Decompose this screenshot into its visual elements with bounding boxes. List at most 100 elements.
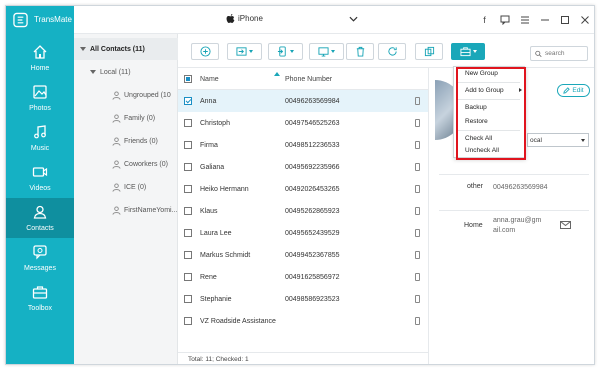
contact-phone: 00499452367855 <box>285 252 340 259</box>
contact-phone: 00495652439529 <box>285 230 340 237</box>
maximize-icon[interactable] <box>559 14 570 25</box>
toolbox-icon <box>32 286 48 299</box>
table-row[interactable]: Firma 00498512236533 <box>178 134 428 156</box>
delete-button[interactable] <box>346 43 374 60</box>
facebook-icon[interactable]: f <box>479 14 490 25</box>
export-button[interactable] <box>268 43 303 60</box>
table-row[interactable]: Galiana 00495692235966 <box>178 156 428 178</box>
person-icon <box>112 136 121 146</box>
menu-add-to-group[interactable]: Add to Group <box>454 84 524 98</box>
group-coworkers[interactable]: Coworkers (0) <box>74 153 178 175</box>
row-checkbox[interactable] <box>184 97 192 105</box>
search-icon <box>535 50 542 57</box>
table-row[interactable]: Laura Lee 00495652439529 <box>178 222 428 244</box>
menu-new-group[interactable]: New Group <box>454 67 524 81</box>
group-label: ICE <box>124 183 136 191</box>
nav-label: Music <box>30 145 50 152</box>
contact-name: VZ Roadside Assistance <box>200 318 276 325</box>
group-count: (0) <box>159 160 168 168</box>
row-checkbox[interactable] <box>184 273 192 281</box>
table-row[interactable]: VZ Roadside Assistance <box>178 310 428 332</box>
group-ungrouped[interactable]: Ungrouped (10 <box>74 84 178 106</box>
contact-phone: 00495692235966 <box>285 164 340 171</box>
menu-divider <box>458 130 520 131</box>
duplicate-button[interactable] <box>415 43 443 60</box>
home-icon <box>33 45 47 59</box>
group-count: (11) <box>118 68 131 76</box>
feedback-icon[interactable] <box>499 14 510 25</box>
menu-divider <box>458 99 520 100</box>
group-count: (0) <box>149 137 158 145</box>
table-row[interactable]: Stephanie 00498586923523 <box>178 288 428 310</box>
group-all-contacts[interactable]: All Contacts (11) <box>74 38 178 60</box>
row-checkbox[interactable] <box>184 295 192 303</box>
refresh-button[interactable] <box>378 43 406 60</box>
group-family[interactable]: Family (0) <box>74 107 178 129</box>
nav-contacts[interactable]: Contacts <box>6 198 74 238</box>
table-row[interactable]: Klaus 00495262865923 <box>178 200 428 222</box>
menu-uncheck-all[interactable]: Uncheck All <box>454 144 524 158</box>
contact-phone: 00491625856972 <box>285 274 340 281</box>
row-checkbox[interactable] <box>184 317 192 325</box>
chevron-down-icon <box>581 139 585 142</box>
nav-videos[interactable]: Videos <box>6 158 74 198</box>
row-checkbox[interactable] <box>184 119 192 127</box>
search-box[interactable] <box>530 46 588 61</box>
nav-label: Videos <box>29 185 51 192</box>
menu-backup[interactable]: Backup <box>454 101 524 115</box>
add-contact-button[interactable] <box>191 43 219 60</box>
row-checkbox[interactable] <box>184 207 192 215</box>
group-ice[interactable]: ICE (0) <box>74 176 178 198</box>
expand-triangle-icon[interactable] <box>90 70 96 74</box>
edit-button[interactable]: Edit <box>557 84 590 97</box>
email-line-1: anna.grau@gm <box>493 217 542 224</box>
table-row[interactable]: Markus Schmidt 00499452367855 <box>178 244 428 266</box>
search-input[interactable] <box>545 50 587 57</box>
column-name[interactable]: Name <box>200 76 219 83</box>
nav-home[interactable]: Home <box>6 38 74 78</box>
chevron-down-icon[interactable] <box>349 16 358 22</box>
app-name: TransMate <box>34 15 72 24</box>
email-line-2: ail.com <box>493 227 516 234</box>
contact-name: Anna <box>200 98 217 105</box>
select-all-checkbox[interactable] <box>184 75 192 83</box>
phone-device-icon <box>415 295 420 303</box>
contact-phone: 00492026453265 <box>285 186 340 193</box>
row-checkbox[interactable] <box>184 163 192 171</box>
nav-label: Toolbox <box>27 305 53 312</box>
group-toolbox-button[interactable] <box>451 43 485 60</box>
row-checkbox[interactable] <box>184 185 192 193</box>
nav-photos[interactable]: Photos <box>6 78 74 118</box>
column-phone[interactable]: Phone Number <box>285 76 332 83</box>
row-checkbox[interactable] <box>184 141 192 149</box>
close-icon[interactable] <box>579 14 590 25</box>
nav-toolbox[interactable]: Toolbox <box>6 278 74 318</box>
phone-type-label: other <box>467 183 483 190</box>
expand-triangle-icon[interactable] <box>80 47 86 51</box>
table-row[interactable]: Heiko Hermann 00492026453265 <box>178 178 428 200</box>
nav-music[interactable]: Music <box>6 118 74 158</box>
device-name[interactable]: iPhone <box>238 14 263 23</box>
menu-icon[interactable] <box>519 14 530 25</box>
nav-messages[interactable]: Messages <box>6 238 74 278</box>
row-checkbox[interactable] <box>184 251 192 259</box>
row-checkbox[interactable] <box>184 229 192 237</box>
person-icon <box>112 159 121 169</box>
sort-arrow-icon <box>274 72 280 76</box>
edit-label: Edit <box>572 87 584 94</box>
person-icon <box>112 205 121 215</box>
group-friends[interactable]: Friends (0) <box>74 130 178 152</box>
mail-icon[interactable] <box>560 221 571 229</box>
table-row[interactable]: Christoph 00497546525263 <box>178 112 428 134</box>
nav-label: Photos <box>29 105 51 112</box>
table-row[interactable]: Rene 00491625856972 <box>178 266 428 288</box>
table-row[interactable]: Anna 00496263569984 <box>178 90 428 112</box>
source-select[interactable]: ocal <box>527 133 589 147</box>
import-button[interactable] <box>227 43 262 60</box>
window-controls: f <box>479 14 590 25</box>
menu-restore[interactable]: Restore <box>454 115 524 129</box>
group-firstnameyomi[interactable]: FirstNameYomi... <box>74 199 178 221</box>
export-to-pc-button[interactable] <box>309 43 344 60</box>
group-local[interactable]: Local (11) <box>74 61 178 83</box>
minimize-icon[interactable] <box>539 14 550 25</box>
